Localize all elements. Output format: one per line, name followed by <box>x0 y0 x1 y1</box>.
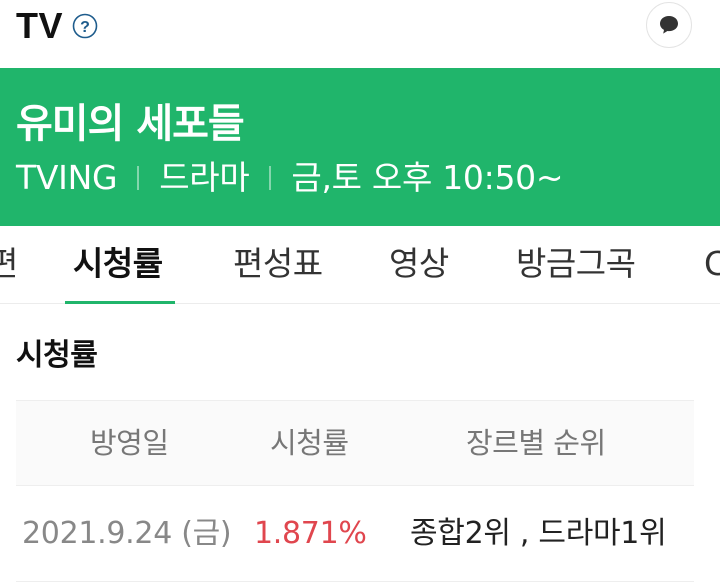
program-title[interactable]: 유미의 세포들 <box>16 100 245 148</box>
tab-video[interactable]: 영상 <box>389 240 449 288</box>
tab-partial-left[interactable]: 편 <box>0 240 18 288</box>
page-title: TV <box>16 5 64 46</box>
active-tab-indicator <box>65 301 175 304</box>
ratings-table: 방영일 시청률 장르별 순위 2021.9.24 (금) 1.871% 종합2위… <box>16 400 694 582</box>
row-date: 2021.9.24 (금) <box>22 516 232 551</box>
program-header: 유미의 세포들 TVING 드라마 금,토 오후 10:50~ <box>0 68 720 226</box>
table-header-row: 방영일 시청률 장르별 순위 <box>16 400 694 486</box>
tab-music[interactable]: 방금그곡 <box>516 240 636 288</box>
tab-bar: 편 시청률 편성표 영상 방금그곡 C <box>0 226 720 304</box>
meta-divider <box>269 166 272 190</box>
program-meta: TVING 드라마 금,토 오후 10:50~ <box>16 156 563 200</box>
page: TV ? 유미의 세포들 TVING 드라마 금,토 오후 10:50~ 편 시… <box>0 0 720 584</box>
channel-name[interactable]: TVING <box>16 156 118 200</box>
meta-divider <box>137 166 140 190</box>
section-title: 시청률 <box>16 338 98 373</box>
column-header-date: 방영일 <box>90 426 169 460</box>
tab-schedule[interactable]: 편성표 <box>233 240 323 288</box>
top-bar: TV ? <box>0 0 720 68</box>
question-circle-icon[interactable]: ? <box>72 13 98 39</box>
row-rating: 1.871% <box>254 516 367 551</box>
chat-bubble-icon <box>660 16 678 34</box>
column-header-rating: 시청률 <box>270 426 349 460</box>
svg-text:?: ? <box>80 19 90 36</box>
chat-button[interactable] <box>646 2 692 48</box>
tab-partial-right[interactable]: C <box>704 240 720 288</box>
schedule-label: 금,토 오후 10:50~ <box>291 158 564 197</box>
tab-ratings[interactable]: 시청률 <box>73 240 163 288</box>
column-header-genre-rank: 장르별 순위 <box>466 426 606 460</box>
genre-label: 드라마 <box>159 158 250 197</box>
row-genre-rank: 종합2위 , 드라마1위 <box>410 516 667 551</box>
